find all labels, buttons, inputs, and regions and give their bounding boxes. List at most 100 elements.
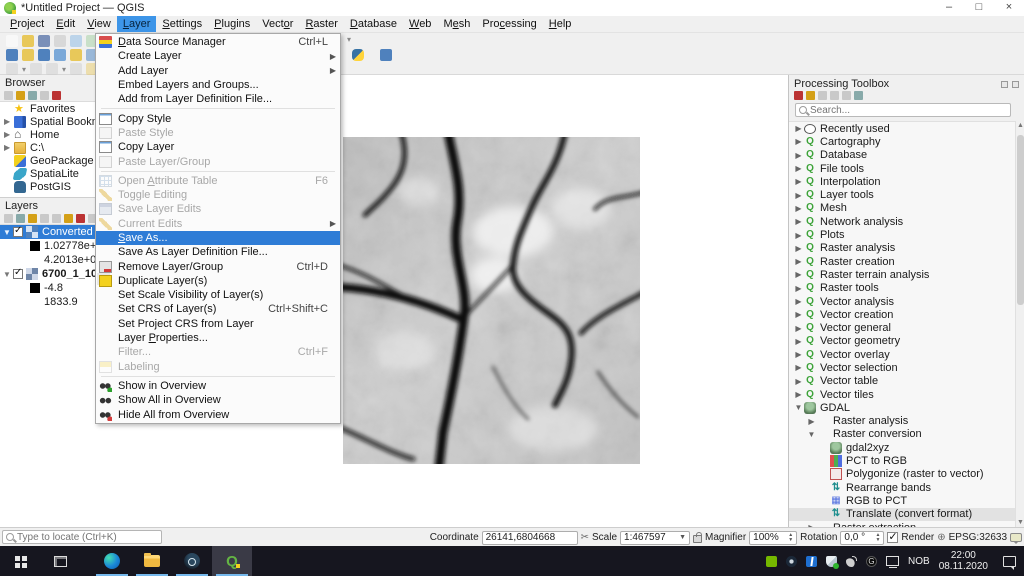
menu-raster[interactable]: Raster <box>299 16 343 32</box>
processing-toolbar-icon[interactable] <box>806 91 815 100</box>
menu-project[interactable]: Project <box>4 16 50 32</box>
menu-item-copy-layer[interactable]: Copy Layer <box>96 140 340 154</box>
processing-item-gdal2xyz[interactable]: gdal2xyz <box>789 441 1016 454</box>
layers-toolbar-icon[interactable] <box>16 214 25 223</box>
bluetooth-icon[interactable] <box>806 556 817 567</box>
expand-arrow-icon[interactable]: ▶ <box>793 337 804 346</box>
wrench-icon[interactable] <box>854 91 863 100</box>
menu-item-paste-style[interactable]: Paste Style <box>96 126 340 140</box>
menu-item-labeling[interactable]: Labeling <box>96 360 340 374</box>
expand-arrow-icon[interactable]: ▶ <box>793 164 804 173</box>
collapse-arrow-icon[interactable]: ▼ <box>3 228 13 237</box>
menu-item-copy-style[interactable]: Copy Style <box>96 111 340 125</box>
expand-arrow-icon[interactable]: ▶ <box>793 124 804 133</box>
toolbar-icon[interactable] <box>6 49 18 61</box>
processing-item-vector-table[interactable]: ▶QVector table <box>789 375 1016 388</box>
toolbar-icon[interactable] <box>54 49 66 61</box>
expand-arrow-icon[interactable]: ▶ <box>793 324 804 333</box>
expand-arrow-icon[interactable]: ▶ <box>793 297 804 306</box>
menu-settings[interactable]: Settings <box>156 16 208 32</box>
toolbar-icon[interactable] <box>22 49 34 61</box>
processing-item-rgb-to-pct[interactable]: ▦RGB to PCT <box>789 494 1016 507</box>
menu-item-remove-layer-group[interactable]: Remove Layer/GroupCtrl+D <box>96 259 340 273</box>
menu-item-filter[interactable]: Filter...Ctrl+F <box>96 345 340 359</box>
logitech-ghub-icon[interactable]: G <box>866 556 877 567</box>
menu-item-toggle-editing[interactable]: Toggle Editing <box>96 188 340 202</box>
scroll-up-icon[interactable]: ▲ <box>1016 121 1024 130</box>
layer-visibility-checkbox[interactable] <box>13 269 23 279</box>
expand-arrow-icon[interactable]: ▶ <box>793 363 804 372</box>
menu-layer[interactable]: Layer <box>117 16 157 32</box>
processing-toolbox-icon[interactable] <box>380 49 392 61</box>
messages-icon[interactable] <box>1010 533 1022 542</box>
browser-toolbar-icon[interactable] <box>40 91 49 100</box>
menu-item-current-edits[interactable]: Current Edits▶ <box>96 217 340 231</box>
task-view-button[interactable] <box>40 546 80 576</box>
clock[interactable]: 22:00 08.11.2020 <box>939 550 988 572</box>
menu-mesh[interactable]: Mesh <box>437 16 476 32</box>
steam-taskbar-button[interactable] <box>172 546 212 576</box>
expand-arrow-icon[interactable]: ▶ <box>793 257 804 266</box>
expand-arrow-icon[interactable]: ▶ <box>793 204 804 213</box>
edge-taskbar-button[interactable] <box>92 546 132 576</box>
language-indicator[interactable]: NOB <box>908 556 930 567</box>
menu-processing[interactable]: Processing <box>476 16 542 32</box>
panel-float-icon[interactable] <box>1001 81 1008 88</box>
menu-item-create-layer[interactable]: Create Layer▶ <box>96 49 340 63</box>
expand-arrow-icon[interactable]: ▶ <box>793 284 804 293</box>
browser-toolbar-icon[interactable] <box>16 91 25 100</box>
layer-visibility-checkbox[interactable] <box>13 227 23 237</box>
rotation-spinbox[interactable]: 0,0 ° ▲▼ <box>840 531 884 545</box>
toolbar-icon[interactable] <box>38 35 50 47</box>
menu-item-save-as-layer-definition-file[interactable]: Save As Layer Definition File... <box>96 245 340 259</box>
processing-item-raster-terrain-analysis[interactable]: ▶QRaster terrain analysis <box>789 268 1016 281</box>
expand-arrow-icon[interactable]: ▶ <box>793 177 804 186</box>
toolbar-icon[interactable] <box>70 35 82 47</box>
expand-arrow-icon[interactable]: ▶ <box>793 137 804 146</box>
notification-center-icon[interactable] <box>1003 556 1016 567</box>
render-checkbox[interactable] <box>887 532 898 543</box>
scale-combobox[interactable]: 1:467597 ▼ <box>620 531 690 545</box>
start-button[interactable] <box>0 546 40 576</box>
menu-item-set-scale-visibility-of-layer-s[interactable]: Set Scale Visibility of Layer(s) <box>96 288 340 302</box>
expand-arrow-icon[interactable]: ▶ <box>4 143 14 152</box>
extents-toggle-icon[interactable]: ✂ <box>581 532 589 543</box>
scrollbar-thumb[interactable] <box>1017 135 1024 305</box>
processing-toolbar-icon[interactable] <box>842 91 851 100</box>
expand-arrow-icon[interactable]: ▶ <box>793 217 804 226</box>
menu-item-show-all-in-overview[interactable]: Show All in Overview <box>96 393 340 407</box>
layers-toolbar-icon[interactable] <box>4 214 13 223</box>
satellite-dish-icon[interactable] <box>846 556 857 567</box>
menu-plugins[interactable]: Plugins <box>208 16 256 32</box>
processing-item-recently-used[interactable]: ▶Recently used <box>789 122 1016 135</box>
menu-item-paste-layer-group[interactable]: Paste Layer/Group <box>96 154 340 168</box>
expand-arrow-icon[interactable]: ▶ <box>4 117 14 126</box>
locate-search-box[interactable] <box>2 530 162 544</box>
processing-search-input[interactable] <box>810 105 990 116</box>
processing-item-vector-general[interactable]: ▶QVector general <box>789 321 1016 334</box>
expand-arrow-icon[interactable]: ▶ <box>793 151 804 160</box>
menu-help[interactable]: Help <box>543 16 578 32</box>
processing-item-file-tools[interactable]: ▶QFile tools <box>789 162 1016 175</box>
processing-item-vector-overlay[interactable]: ▶QVector overlay <box>789 348 1016 361</box>
toolbar-icon[interactable] <box>22 35 34 47</box>
processing-item-interpolation[interactable]: ▶QInterpolation <box>789 175 1016 188</box>
close-button[interactable]: × <box>994 0 1024 16</box>
expand-arrow-icon[interactable]: ▶ <box>793 191 804 200</box>
maximize-button[interactable]: □ <box>964 0 994 16</box>
browser-toolbar-icon[interactable] <box>28 91 37 100</box>
processing-item-vector-creation[interactable]: ▶QVector creation <box>789 308 1016 321</box>
toolbar-dropdown-icon[interactable]: ▾ <box>62 65 66 74</box>
collapse-arrow-icon[interactable]: ▼ <box>3 270 13 279</box>
spinner-arrows-icon[interactable]: ▲▼ <box>875 533 880 543</box>
steam-tray-icon[interactable] <box>786 556 797 567</box>
menu-item-hide-all-from-overview[interactable]: Hide All from Overview <box>96 407 340 421</box>
nvidia-tray-icon[interactable] <box>766 556 777 567</box>
processing-item-vector-analysis[interactable]: ▶QVector analysis <box>789 295 1016 308</box>
network-icon[interactable] <box>886 556 899 566</box>
coordinate-value[interactable]: 26141,6804668 <box>482 531 578 545</box>
layers-toolbar-icon[interactable] <box>52 214 61 223</box>
menu-item-embed-layers-and-groups[interactable]: Embed Layers and Groups... <box>96 78 340 92</box>
menu-item-duplicate-layer-s[interactable]: Duplicate Layer(s) <box>96 274 340 288</box>
layers-toolbar-icon[interactable] <box>64 214 73 223</box>
